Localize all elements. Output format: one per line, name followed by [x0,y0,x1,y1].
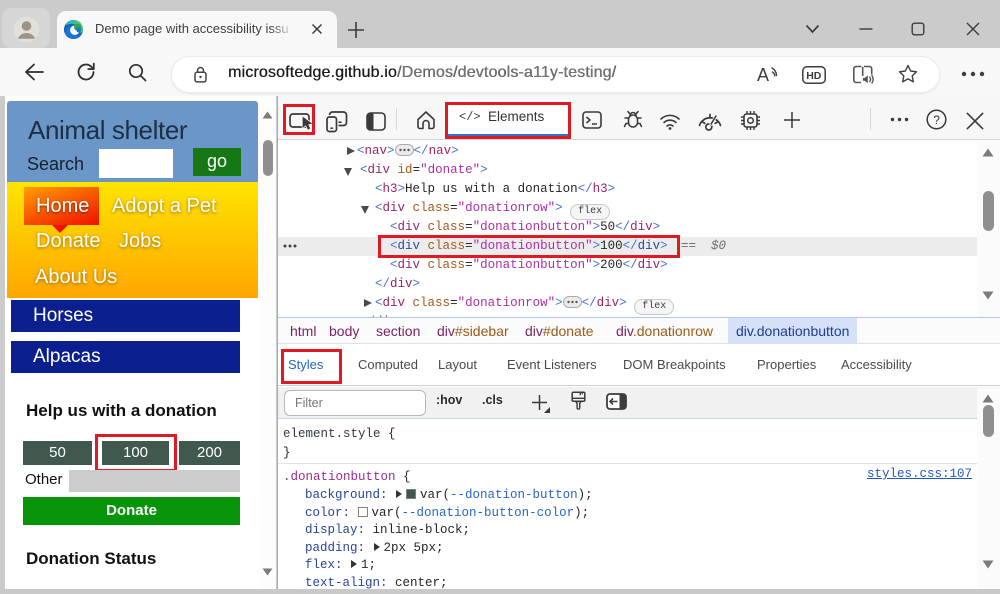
svg-text:A: A [757,65,769,84]
svg-text:?: ? [933,113,940,127]
svg-text:HD: HD [806,70,822,82]
